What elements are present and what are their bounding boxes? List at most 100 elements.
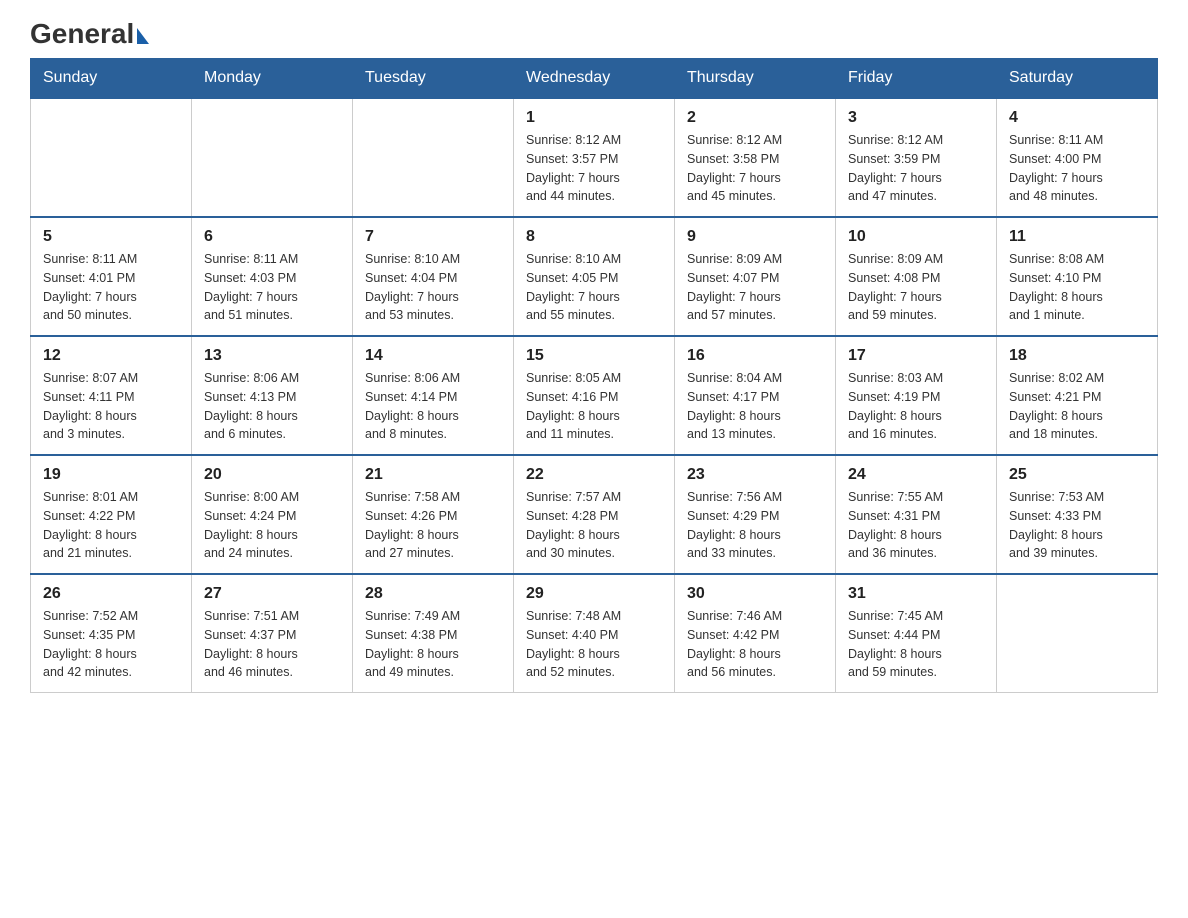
- day-number: 15: [526, 347, 662, 365]
- calendar-cell: 19Sunrise: 8:01 AMSunset: 4:22 PMDayligh…: [31, 455, 192, 574]
- day-info: Sunrise: 7:55 AMSunset: 4:31 PMDaylight:…: [848, 488, 984, 563]
- day-info: Sunrise: 8:09 AMSunset: 4:07 PMDaylight:…: [687, 250, 823, 325]
- day-number: 14: [365, 347, 501, 365]
- calendar-cell: 21 Sunrise: 7:58 AMSunset: 4:26 PMDayligh…: [353, 455, 514, 574]
- day-info: Sunrise: 8:09 AMSunset: 4:08 PMDaylight:…: [848, 250, 984, 325]
- calendar-cell: 18Sunrise: 8:02 AMSunset: 4:21 PMDayligh…: [997, 336, 1158, 455]
- calendar-cell: 31 Sunrise: 7:45 AMSunset: 4:44 PMDayligh…: [836, 574, 997, 693]
- logo-triangle-icon: [137, 28, 149, 44]
- day-info: Sunrise: 8:11 AMSunset: 4:03 PMDaylight:…: [204, 250, 340, 325]
- day-number: 13: [204, 347, 340, 365]
- day-number: 20: [204, 466, 340, 484]
- calendar-cell: 7 Sunrise: 8:10 AMSunset: 4:04 PMDaylight…: [353, 217, 514, 336]
- calendar-cell: 30Sunrise: 7:46 AMSunset: 4:42 PMDayligh…: [675, 574, 836, 693]
- day-number: 1: [526, 109, 662, 127]
- calendar-cell: 22Sunrise: 7:57 AMSunset: 4:28 PMDayligh…: [514, 455, 675, 574]
- column-header-monday: Monday: [192, 59, 353, 99]
- day-number: 5: [43, 228, 179, 246]
- day-info: Sunrise: 8:12 AMSunset: 3:57 PMDaylight:…: [526, 131, 662, 206]
- day-number: 18: [1009, 347, 1145, 365]
- day-number: 23: [687, 466, 823, 484]
- day-number: 4: [1009, 109, 1145, 127]
- day-info: Sunrise: 8:06 AMSunset: 4:13 PMDaylight:…: [204, 369, 340, 444]
- week-row-4: 19Sunrise: 8:01 AMSunset: 4:22 PMDayligh…: [31, 455, 1158, 574]
- calendar-cell: 6Sunrise: 8:11 AMSunset: 4:03 PMDaylight…: [192, 217, 353, 336]
- day-info: Sunrise: 7:53 AMSunset: 4:33 PMDaylight:…: [1009, 488, 1145, 563]
- day-number: 3: [848, 109, 984, 127]
- day-info: Sunrise: 8:01 AMSunset: 4:22 PMDaylight:…: [43, 488, 179, 563]
- calendar-cell: 2 Sunrise: 8:12 AMSunset: 3:58 PMDaylight…: [675, 98, 836, 217]
- calendar-cell: 11Sunrise: 8:08 AMSunset: 4:10 PMDayligh…: [997, 217, 1158, 336]
- calendar-cell: 27Sunrise: 7:51 AMSunset: 4:37 PMDayligh…: [192, 574, 353, 693]
- day-number: 24: [848, 466, 984, 484]
- week-row-1: 1 Sunrise: 8:12 AMSunset: 3:57 PMDaylight…: [31, 98, 1158, 217]
- day-number: 9: [687, 228, 823, 246]
- day-number: 17: [848, 347, 984, 365]
- week-row-3: 12 Sunrise: 8:07 AMSunset: 4:11 PMDayligh…: [31, 336, 1158, 455]
- day-info: Sunrise: 8:07 AMSunset: 4:11 PMDaylight:…: [43, 369, 179, 444]
- day-info: Sunrise: 8:10 AMSunset: 4:04 PMDaylight:…: [365, 250, 501, 325]
- calendar-cell: 24 Sunrise: 7:55 AMSunset: 4:31 PMDayligh…: [836, 455, 997, 574]
- day-info: Sunrise: 8:12 AMSunset: 3:59 PMDaylight:…: [848, 131, 984, 206]
- day-number: 27: [204, 585, 340, 603]
- day-info: Sunrise: 7:52 AMSunset: 4:35 PMDaylight:…: [43, 607, 179, 682]
- calendar-cell: 12 Sunrise: 8:07 AMSunset: 4:11 PMDayligh…: [31, 336, 192, 455]
- day-number: 10: [848, 228, 984, 246]
- day-info: Sunrise: 8:11 AMSunset: 4:01 PMDaylight:…: [43, 250, 179, 325]
- day-info: Sunrise: 7:56 AMSunset: 4:29 PMDaylight:…: [687, 488, 823, 563]
- logo: General: [30, 20, 149, 48]
- day-number: 2: [687, 109, 823, 127]
- calendar-cell: 4 Sunrise: 8:11 AMSunset: 4:00 PMDaylight…: [997, 98, 1158, 217]
- day-number: 31: [848, 585, 984, 603]
- calendar-cell: [353, 98, 514, 217]
- day-number: 25: [1009, 466, 1145, 484]
- calendar-cell: 14 Sunrise: 8:06 AMSunset: 4:14 PMDayligh…: [353, 336, 514, 455]
- calendar-table: SundayMondayTuesdayWednesdayThursdayFrid…: [30, 58, 1158, 693]
- column-header-saturday: Saturday: [997, 59, 1158, 99]
- day-info: Sunrise: 8:12 AMSunset: 3:58 PMDaylight:…: [687, 131, 823, 206]
- column-header-sunday: Sunday: [31, 59, 192, 99]
- column-header-friday: Friday: [836, 59, 997, 99]
- calendar-cell: 25 Sunrise: 7:53 AMSunset: 4:33 PMDayligh…: [997, 455, 1158, 574]
- day-info: Sunrise: 7:58 AMSunset: 4:26 PMDaylight:…: [365, 488, 501, 563]
- day-number: 8: [526, 228, 662, 246]
- day-info: Sunrise: 7:49 AMSunset: 4:38 PMDaylight:…: [365, 607, 501, 682]
- day-number: 21: [365, 466, 501, 484]
- week-row-5: 26 Sunrise: 7:52 AMSunset: 4:35 PMDayligh…: [31, 574, 1158, 693]
- day-number: 26: [43, 585, 179, 603]
- calendar-cell: 1 Sunrise: 8:12 AMSunset: 3:57 PMDaylight…: [514, 98, 675, 217]
- day-info: Sunrise: 8:08 AMSunset: 4:10 PMDaylight:…: [1009, 250, 1145, 325]
- calendar-cell: 26 Sunrise: 7:52 AMSunset: 4:35 PMDayligh…: [31, 574, 192, 693]
- calendar-cell: 28 Sunrise: 7:49 AMSunset: 4:38 PMDayligh…: [353, 574, 514, 693]
- day-info: Sunrise: 8:03 AMSunset: 4:19 PMDaylight:…: [848, 369, 984, 444]
- calendar-cell: 20 Sunrise: 8:00 AMSunset: 4:24 PMDayligh…: [192, 455, 353, 574]
- calendar-cell: 5 Sunrise: 8:11 AMSunset: 4:01 PMDaylight…: [31, 217, 192, 336]
- day-info: Sunrise: 7:46 AMSunset: 4:42 PMDaylight:…: [687, 607, 823, 682]
- day-number: 16: [687, 347, 823, 365]
- page-header: General: [30, 20, 1158, 48]
- day-info: Sunrise: 8:00 AMSunset: 4:24 PMDaylight:…: [204, 488, 340, 563]
- calendar-header-row: SundayMondayTuesdayWednesdayThursdayFrid…: [31, 59, 1158, 99]
- day-info: Sunrise: 8:11 AMSunset: 4:00 PMDaylight:…: [1009, 131, 1145, 206]
- day-info: Sunrise: 8:04 AMSunset: 4:17 PMDaylight:…: [687, 369, 823, 444]
- calendar-cell: 16 Sunrise: 8:04 AMSunset: 4:17 PMDayligh…: [675, 336, 836, 455]
- day-info: Sunrise: 8:06 AMSunset: 4:14 PMDaylight:…: [365, 369, 501, 444]
- day-info: Sunrise: 7:45 AMSunset: 4:44 PMDaylight:…: [848, 607, 984, 682]
- calendar-cell: 17 Sunrise: 8:03 AMSunset: 4:19 PMDayligh…: [836, 336, 997, 455]
- calendar-cell: 9 Sunrise: 8:09 AMSunset: 4:07 PMDaylight…: [675, 217, 836, 336]
- day-number: 7: [365, 228, 501, 246]
- day-number: 29: [526, 585, 662, 603]
- day-info: Sunrise: 8:05 AMSunset: 4:16 PMDaylight:…: [526, 369, 662, 444]
- week-row-2: 5 Sunrise: 8:11 AMSunset: 4:01 PMDaylight…: [31, 217, 1158, 336]
- calendar-cell: 13 Sunrise: 8:06 AMSunset: 4:13 PMDayligh…: [192, 336, 353, 455]
- day-number: 28: [365, 585, 501, 603]
- calendar-cell: 8Sunrise: 8:10 AMSunset: 4:05 PMDaylight…: [514, 217, 675, 336]
- calendar-cell: 29 Sunrise: 7:48 AMSunset: 4:40 PMDayligh…: [514, 574, 675, 693]
- calendar-cell: 10 Sunrise: 8:09 AMSunset: 4:08 PMDayligh…: [836, 217, 997, 336]
- day-number: 12: [43, 347, 179, 365]
- calendar-cell: [192, 98, 353, 217]
- calendar-cell: [31, 98, 192, 217]
- column-header-wednesday: Wednesday: [514, 59, 675, 99]
- day-info: Sunrise: 7:48 AMSunset: 4:40 PMDaylight:…: [526, 607, 662, 682]
- column-header-thursday: Thursday: [675, 59, 836, 99]
